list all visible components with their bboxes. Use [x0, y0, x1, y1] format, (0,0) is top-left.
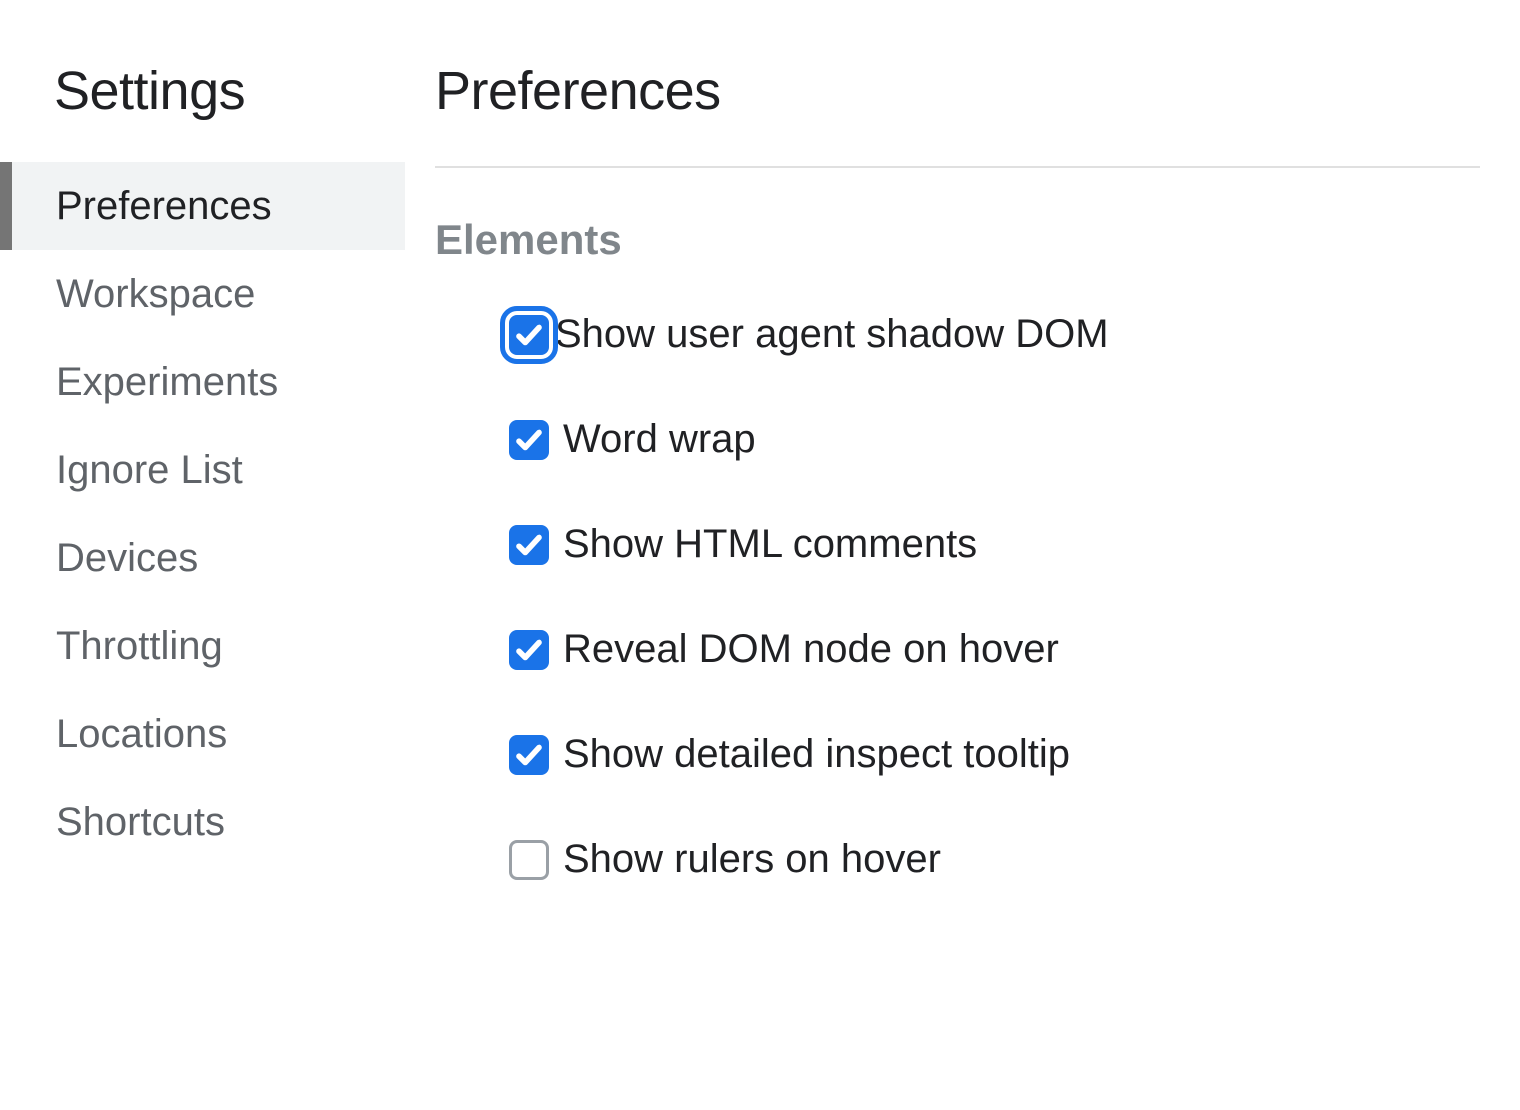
sidebar-item-label: Throttling	[56, 624, 223, 669]
sidebar-item-label: Ignore List	[56, 448, 243, 493]
settings-app: Settings Preferences Workspace Experimen…	[0, 0, 1520, 1110]
sidebar-item-label: Shortcuts	[56, 800, 225, 845]
option-show-user-agent-shadow-dom[interactable]: Show user agent shadow DOM	[509, 312, 1480, 357]
option-word-wrap[interactable]: Word wrap	[509, 417, 1480, 462]
option-show-html-comments[interactable]: Show HTML comments	[509, 522, 1480, 567]
page-title: Preferences	[435, 60, 1480, 168]
sidebar-item-label: Locations	[56, 712, 227, 757]
option-label: Reveal DOM node on hover	[563, 627, 1059, 672]
sidebar-item-preferences[interactable]: Preferences	[0, 162, 405, 250]
sidebar-item-throttling[interactable]: Throttling	[0, 602, 405, 690]
option-label: Show rulers on hover	[563, 837, 941, 882]
checkbox-icon[interactable]	[509, 525, 549, 565]
option-label: Show user agent shadow DOM	[555, 312, 1109, 357]
sidebar-item-label: Workspace	[56, 272, 255, 317]
option-label: Show detailed inspect tooltip	[563, 732, 1070, 777]
checkbox-icon[interactable]	[509, 630, 549, 670]
sidebar-item-label: Experiments	[56, 360, 278, 405]
sidebar-item-experiments[interactable]: Experiments	[0, 338, 405, 426]
sidebar-item-workspace[interactable]: Workspace	[0, 250, 405, 338]
sidebar-item-locations[interactable]: Locations	[0, 690, 405, 778]
check-icon	[514, 740, 544, 770]
checkbox-icon[interactable]	[509, 735, 549, 775]
option-label: Word wrap	[563, 417, 756, 462]
check-icon	[514, 320, 544, 350]
checkbox-icon[interactable]	[509, 315, 549, 355]
check-icon	[514, 425, 544, 455]
section-title-elements: Elements	[435, 216, 1480, 264]
checkbox-icon[interactable]	[509, 840, 549, 880]
sidebar-item-shortcuts[interactable]: Shortcuts	[0, 778, 405, 866]
sidebar-item-label: Devices	[56, 536, 198, 581]
sidebar: Settings Preferences Workspace Experimen…	[0, 0, 405, 1110]
check-icon	[514, 530, 544, 560]
sidebar-title: Settings	[0, 60, 405, 162]
sidebar-item-ignore-list[interactable]: Ignore List	[0, 426, 405, 514]
check-icon	[514, 635, 544, 665]
checkbox-icon[interactable]	[509, 420, 549, 460]
sidebar-item-label: Preferences	[56, 184, 272, 229]
option-reveal-dom-node-on-hover[interactable]: Reveal DOM node on hover	[509, 627, 1480, 672]
option-show-rulers-on-hover[interactable]: Show rulers on hover	[509, 837, 1480, 882]
options-list: Show user agent shadow DOM Word wrap Sho…	[435, 312, 1480, 882]
sidebar-item-devices[interactable]: Devices	[0, 514, 405, 602]
option-label: Show HTML comments	[563, 522, 977, 567]
option-show-detailed-inspect-tooltip[interactable]: Show detailed inspect tooltip	[509, 732, 1480, 777]
main-panel: Preferences Elements Show user agent sha…	[405, 0, 1520, 1110]
